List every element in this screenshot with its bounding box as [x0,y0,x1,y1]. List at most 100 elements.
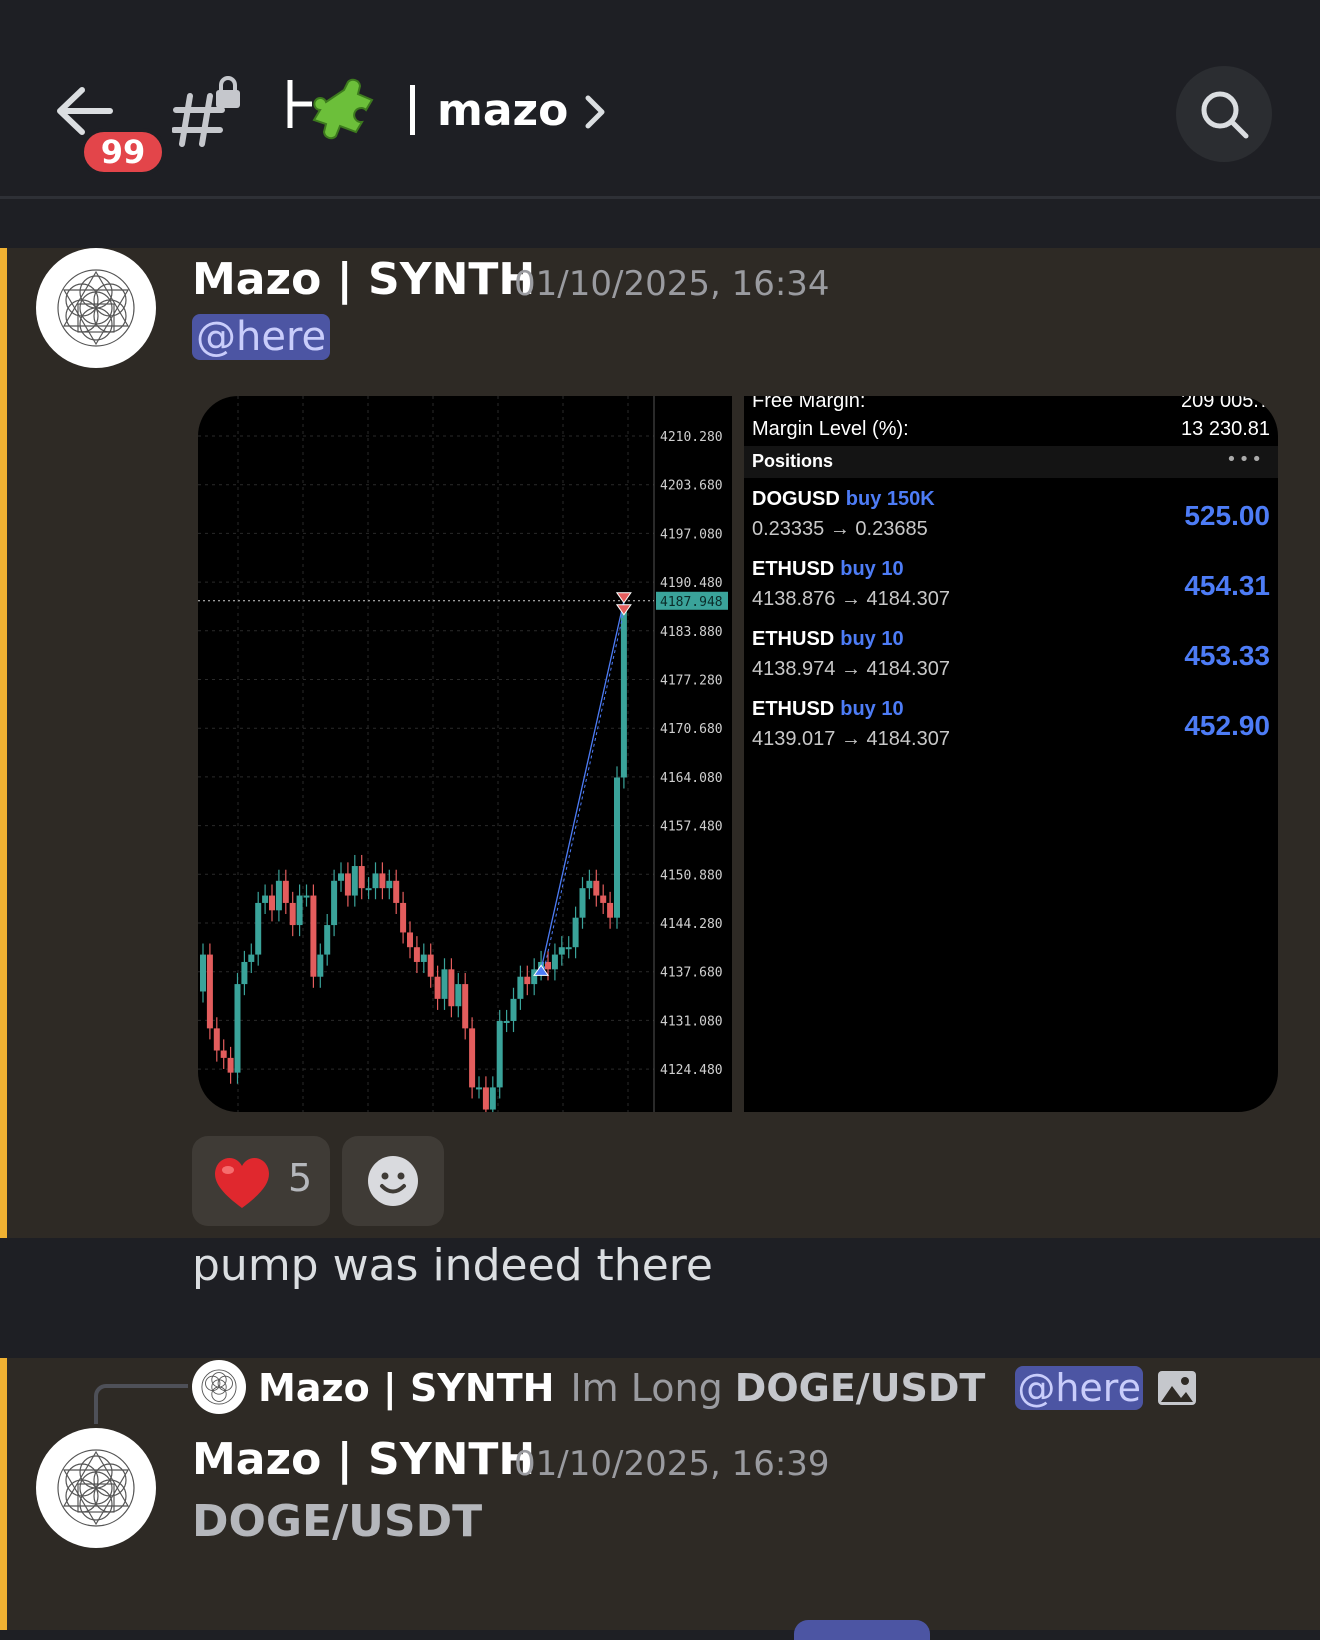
reply-author: Mazo | SYNTH [258,1366,555,1410]
direction: buy 10 [840,558,904,580]
candle-body [448,969,455,1007]
free-margin-label: Free Margin: [752,396,866,412]
candle-body [206,954,213,1029]
reply-preview[interactable]: Mazo | SYNTH Im Long DOGE/USDT @here [258,1360,1197,1416]
search-icon [1201,91,1249,139]
message-text: pump was indeed there [192,1240,713,1291]
candle-body [379,873,386,889]
price-tick-label: 4203.680 [660,479,723,494]
candle-body [269,895,275,911]
candle-body [524,976,531,985]
position-row[interactable]: ETHUSD buy 10 4138.974 → 4184.307 453.33 [752,628,1272,692]
position-prices: 4138.974 → 4184.307 [752,658,950,680]
reply-avatar[interactable] [192,1360,246,1414]
heart-emoji-icon [215,1157,269,1208]
free-margin-value: 209 005.7 [1181,396,1270,412]
price-tick-label: 4183.880 [660,625,723,640]
candle-body [607,902,614,918]
positions-screenshot[interactable]: Free Margin: 209 005.7 Margin Level (%):… [744,396,1278,1112]
candle-body [393,880,400,903]
candle-body [296,895,303,926]
position-prices: 4138.876 → 4184.307 [752,588,950,610]
position-profit: 525.00 [1184,500,1270,531]
price-tick-label: 4131.080 [660,1014,723,1029]
reaction-heart[interactable]: 5 [192,1136,330,1226]
jump-button[interactable] [794,1620,930,1640]
direction: buy 10 [840,628,904,650]
candle-body [303,895,310,898]
candle-body [344,873,351,896]
channel-header: 99 mazo [0,0,1320,199]
symbol: ETHUSD [752,698,835,720]
avatar-2[interactable] [36,1428,156,1548]
candle-body [282,880,289,903]
sacred-geometry-avatar-icon [201,1369,237,1405]
position-prices: 4139.017 → 4184.307 [752,728,950,750]
price-tick-label: 4137.680 [660,966,723,981]
channel-title[interactable]: mazo [410,80,568,140]
candle-body [200,954,206,992]
here-mention[interactable]: @here [192,314,331,360]
close-arrow-icon [615,604,632,616]
candle-body [572,917,579,948]
candle-body [579,888,586,918]
candlestick-chart: 4210.280 4203.680 4197.080 4190.480 4183.880… [198,396,728,1112]
symbol: ETHUSD [752,558,835,580]
chart-screenshot[interactable]: 4210.280 4203.680 4197.080 4190.480 4183.880… [198,396,732,1112]
candle-body [434,976,441,999]
candle-body [289,902,296,926]
reply-mention: @here [1015,1366,1143,1410]
channel-name: mazo [437,84,569,136]
position-profit: 452.90 [1184,710,1270,741]
candle-body [482,1087,489,1110]
add-reaction-button[interactable] [342,1136,444,1226]
position-row[interactable]: ETHUSD buy 10 4139.017 → 4184.307 452.90 [752,698,1272,762]
price-tick-label: 4190.480 [660,576,723,591]
more-icon[interactable]: ••• [1226,449,1264,470]
candle-body [565,947,572,950]
candle-body [255,902,262,955]
position-symbol: DOGUSD buy 150K [752,488,935,511]
avatar[interactable] [36,248,156,368]
price-tick-label: 4210.280 [660,430,723,445]
author-name-2[interactable]: Mazo | SYNTH [192,1434,535,1485]
candle-body [469,1028,476,1088]
chevron-right-icon[interactable] [582,92,608,132]
candle-body [220,1050,227,1058]
candle-body [551,954,558,970]
margin-level-label: Margin Level (%): [752,418,909,440]
price-tick-label: 4150.880 [660,868,723,883]
candle-body [407,932,413,948]
price-tick-label: 4197.080 [660,527,723,542]
position-profit: 453.33 [1184,640,1270,671]
direction: buy 150K [845,488,935,510]
price-tick-label: 4124.480 [660,1063,723,1078]
position-row[interactable]: ETHUSD buy 10 4138.876 → 4184.307 454.31 [752,558,1272,622]
direction: buy 10 [840,698,904,720]
candle-body [400,902,407,933]
candle-body [241,961,248,985]
candle-body [317,954,324,977]
price-tick-label: 4177.280 [660,674,723,689]
price-tick-label: 4157.480 [660,820,723,835]
candle-body [427,954,434,977]
author-name[interactable]: Mazo | SYNTH [192,254,535,305]
candle-body [338,873,344,881]
price-tick-label: 4170.680 [660,722,723,737]
candle-body [310,895,317,977]
add-reaction-smiley-icon [368,1156,418,1206]
message-content-2: DOGE/USDT [192,1496,483,1547]
candle-body [413,947,420,962]
private-channel-hash-icon [172,76,240,147]
position-profit: 454.31 [1184,570,1270,601]
candle-body [503,1020,510,1023]
search-button[interactable] [1176,66,1272,162]
price-tick-label: 4144.280 [660,917,723,932]
symbol: DOGUSD [752,488,840,510]
candle-body [358,866,365,889]
candle-body [558,947,565,955]
reaction-count: 5 [288,1156,313,1200]
candle-body [365,888,372,891]
candle-body [420,954,427,962]
position-row[interactable]: DOGUSD buy 150K 0.23335 → 0.23685 525.00 [752,488,1272,552]
